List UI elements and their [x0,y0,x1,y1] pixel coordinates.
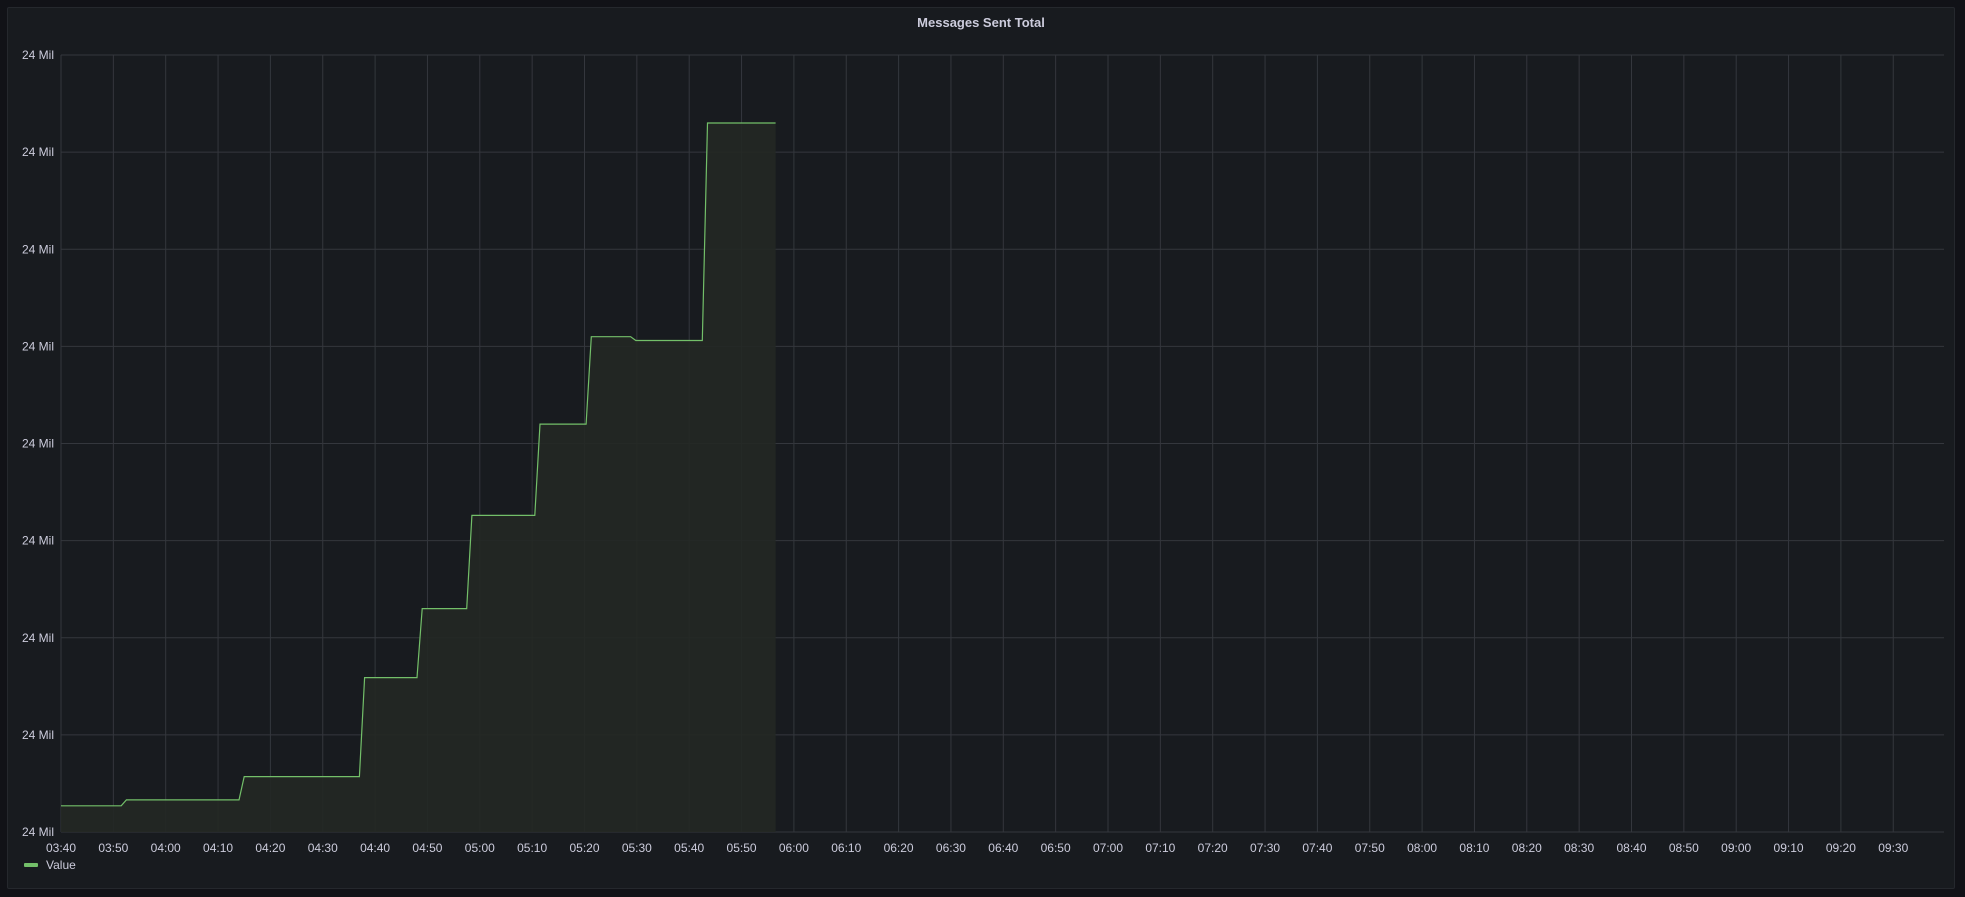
y-tick-label: 24 Mil [22,631,54,645]
x-tick-label: 07:40 [1302,841,1332,855]
y-tick-label: 24 Mil [22,48,54,62]
x-tick-label: 09:20 [1826,841,1856,855]
x-tick-label: 05:00 [465,841,495,855]
x-tick-label: 06:50 [1041,841,1071,855]
x-tick-label: 07:20 [1198,841,1228,855]
x-tick-label: 04:10 [203,841,233,855]
x-tick-label: 07:00 [1093,841,1123,855]
x-tick-label: 05:50 [727,841,757,855]
x-tick-label: 03:40 [46,841,76,855]
x-tick-label: 07:30 [1250,841,1280,855]
x-tick-label: 04:20 [255,841,285,855]
x-tick-label: 05:40 [674,841,704,855]
x-tick-label: 04:50 [412,841,442,855]
x-tick-label: 09:10 [1774,841,1804,855]
x-axis-ticks: 03:40 03:50 04:00 04:10 04:20 04:30 04:40 04:50… [46,841,1909,855]
x-tick-label: 04:30 [308,841,338,855]
y-tick-label: 24 Mil [22,728,54,742]
x-tick-label: 06:20 [884,841,914,855]
y-tick-label: 24 Mil [22,534,54,548]
x-tick-label: 08:00 [1407,841,1437,855]
x-tick-label: 06:30 [936,841,966,855]
x-tick-label: 08:30 [1564,841,1594,855]
series-area-fill [61,123,776,832]
x-tick-label: 09:00 [1721,841,1751,855]
x-tick-label: 08:40 [1616,841,1646,855]
x-tick-label: 08:20 [1512,841,1542,855]
x-tick-label: 06:10 [831,841,861,855]
legend-label: Value [46,858,76,872]
x-tick-label: 05:20 [569,841,599,855]
y-tick-label: 24 Mil [22,825,54,839]
chart-plot: 24 Mil 24 Mil 24 Mil 24 Mil 24 Mil 24 Mil 24 M… [22,48,1944,855]
x-tick-label: 08:10 [1459,841,1489,855]
legend-swatch [24,863,38,867]
grid-layer [60,54,1944,833]
x-tick-label: 05:30 [622,841,652,855]
x-tick-label: 06:40 [988,841,1018,855]
area-layer [61,122,776,832]
x-tick-label: 06:00 [779,841,809,855]
y-tick-label: 24 Mil [22,145,54,159]
x-tick-label: 07:50 [1355,841,1385,855]
x-tick-label: 09:30 [1878,841,1908,855]
y-tick-label: 24 Mil [22,242,54,256]
x-tick-label: 03:50 [98,841,128,855]
x-tick-label: 04:40 [360,841,390,855]
x-tick-label: 08:50 [1669,841,1699,855]
x-tick-label: 04:00 [151,841,181,855]
x-tick-label: 07:10 [1145,841,1175,855]
y-axis-ticks: 24 Mil 24 Mil 24 Mil 24 Mil 24 Mil 24 Mil 24 M… [22,48,54,839]
x-tick-label: 05:10 [517,841,547,855]
y-tick-label: 24 Mil [22,437,54,451]
y-tick-label: 24 Mil [22,339,54,353]
legend[interactable]: Value [24,857,76,873]
